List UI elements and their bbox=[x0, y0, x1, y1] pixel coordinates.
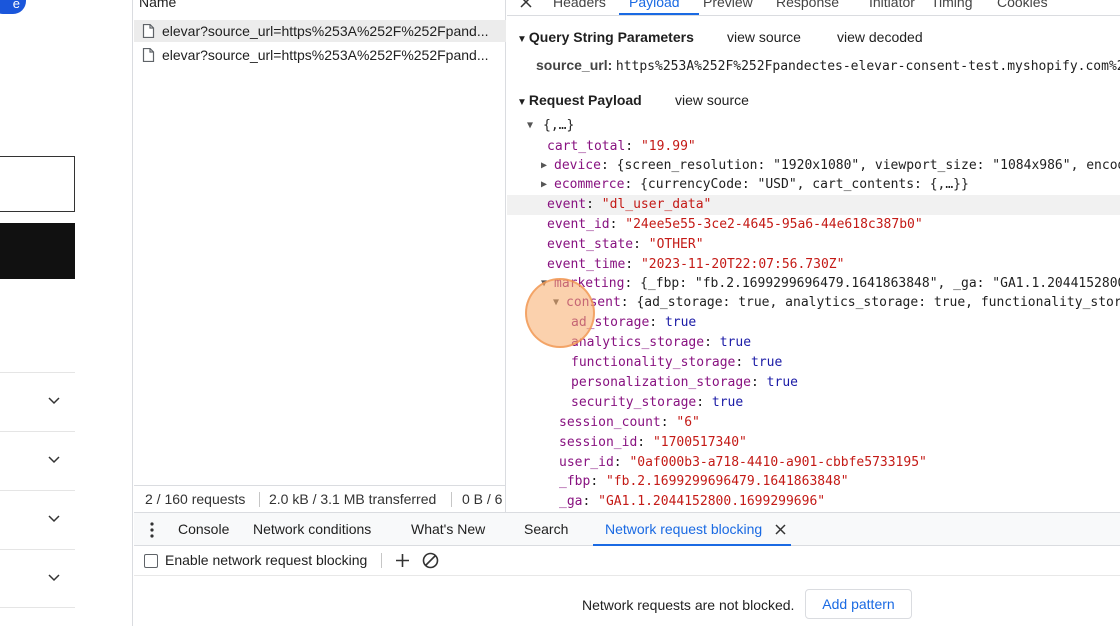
payload-row-device[interactable]: ▶ device: {screen_resolution: "1920x1080"… bbox=[541, 158, 1120, 173]
payload-row-event: event: "dl_user_data" bbox=[547, 197, 712, 212]
drawer-tab-search[interactable]: Search bbox=[524, 521, 568, 537]
payload-row-personalization-storage: personalization_storage: true bbox=[571, 375, 798, 390]
network-request-list: Name elevar?source_url=https%253A%252F%2… bbox=[134, 0, 506, 512]
payload-row-functionality-storage: functionality_storage: true bbox=[571, 355, 783, 370]
add-icon[interactable] bbox=[395, 553, 410, 568]
outline-input-box[interactable] bbox=[0, 156, 75, 212]
network-summary-bar: 2 / 160 requests 2.0 kB / 3.1 MB transfe… bbox=[134, 485, 506, 511]
payload-row-ad-storage: ad_storage: true bbox=[571, 315, 697, 330]
tab-initiator[interactable]: Initiator bbox=[869, 0, 915, 10]
close-icon[interactable] bbox=[520, 0, 532, 8]
accordion-row[interactable] bbox=[0, 549, 75, 608]
payload-row-event-time: event_time: "2023-11-20T22:07:56.730Z" bbox=[547, 257, 845, 272]
accordion-row[interactable] bbox=[0, 431, 75, 490]
tab-response[interactable]: Response bbox=[776, 0, 839, 10]
payload-row-session-count: session_count: "6" bbox=[559, 415, 700, 430]
query-string-section-header[interactable]: ▼ Query String Parameters bbox=[517, 29, 694, 45]
param-key: source_url: bbox=[536, 57, 613, 73]
enable-blocking-checkbox[interactable] bbox=[144, 554, 158, 568]
pill-button[interactable]: e bbox=[0, 0, 26, 14]
pill-button-label: e bbox=[12, 0, 20, 11]
payload-row-event-id: event_id: "24ee5e55-3ce2-4645-95a6-44e61… bbox=[547, 217, 923, 232]
chevron-down-icon bbox=[48, 397, 60, 405]
document-icon bbox=[142, 24, 155, 38]
tab-cookies[interactable]: Cookies bbox=[997, 0, 1048, 10]
payload-root[interactable]: ▼ {,…} bbox=[527, 118, 574, 133]
request-name: elevar?source_url=https%253A%252F%252Fpa… bbox=[162, 23, 489, 39]
tab-timing[interactable]: Timing bbox=[931, 0, 973, 10]
active-tab-indicator bbox=[619, 13, 699, 15]
accordion-row[interactable] bbox=[0, 372, 75, 431]
chevron-down-icon bbox=[48, 574, 60, 582]
name-column-header[interactable]: Name bbox=[139, 0, 176, 10]
more-vert-icon[interactable] bbox=[150, 522, 154, 538]
tab-headers[interactable]: Headers bbox=[553, 0, 606, 10]
tab-preview[interactable]: Preview bbox=[703, 0, 753, 10]
request-detail-panel: Headers Payload Preview Response Initiat… bbox=[507, 0, 1120, 512]
drawer-tab-network-conditions[interactable]: Network conditions bbox=[253, 521, 371, 537]
drawer-tab-network-request-blocking[interactable]: Network request blocking bbox=[605, 521, 762, 537]
view-source-link[interactable]: view source bbox=[727, 29, 801, 45]
payload-row-ecommerce[interactable]: ▶ ecommerce: {currencyCode: "USD", cart_c… bbox=[541, 177, 969, 192]
resources-size: 0 B / 6 bbox=[462, 491, 503, 507]
section-title: Query String Parameters bbox=[528, 29, 694, 45]
page-content-strip: e bbox=[0, 0, 133, 626]
blocking-toolbar: Enable network request blocking bbox=[134, 546, 1120, 576]
payload-row-consent[interactable]: ▼ consent: {ad_storage: true, analytics_s… bbox=[553, 295, 1120, 310]
payload-row-cart-total: cart_total: "19.99" bbox=[547, 139, 696, 154]
detail-tab-bar: Headers Payload Preview Response Initiat… bbox=[507, 0, 1120, 16]
payload-row-fbp: _fbp: "fb.2.1699299696479.1641863848" bbox=[559, 474, 849, 489]
divider bbox=[259, 492, 260, 507]
request-name: elevar?source_url=https%253A%252F%252Fpa… bbox=[162, 47, 489, 63]
request-count: 2 / 160 requests bbox=[145, 491, 246, 507]
payload-view-source-link[interactable]: view source bbox=[675, 92, 749, 108]
chevron-down-icon bbox=[48, 515, 60, 523]
request-row[interactable]: elevar?source_url=https%253A%252F%252Fpa… bbox=[134, 44, 506, 66]
add-pattern-button[interactable]: Add pattern bbox=[805, 589, 912, 619]
request-row[interactable]: elevar?source_url=https%253A%252F%252Fpa… bbox=[134, 20, 506, 42]
drawer-tab-bar: Console Network conditions What's New Se… bbox=[134, 513, 1120, 546]
transferred-size: 2.0 kB / 3.1 MB transferred bbox=[269, 491, 437, 507]
section-title: Request Payload bbox=[528, 92, 642, 108]
payload-row-session-id: session_id: "1700517340" bbox=[559, 435, 747, 450]
view-decoded-link[interactable]: view decoded bbox=[837, 29, 923, 45]
devtools-drawer: Console Network conditions What's New Se… bbox=[134, 512, 1120, 626]
chevron-down-icon bbox=[48, 456, 60, 464]
tab-payload[interactable]: Payload bbox=[629, 0, 680, 10]
drawer-tab-whats-new[interactable]: What's New bbox=[411, 521, 485, 537]
payload-row-event-state: event_state: "OTHER" bbox=[547, 237, 704, 252]
close-tab-icon[interactable] bbox=[775, 524, 786, 535]
payload-row-security-storage: security_storage: true bbox=[571, 395, 744, 410]
dark-button[interactable] bbox=[0, 223, 75, 279]
divider bbox=[381, 553, 382, 568]
clear-icon[interactable] bbox=[422, 552, 439, 569]
query-param-row: source_url: https%253A%252F%252Fpandecte… bbox=[536, 57, 1120, 74]
payload-row-marketing[interactable]: ▼ marketing: {_fbp: "fb.2.1699299696479.1… bbox=[541, 276, 1120, 291]
drawer-tab-console[interactable]: Console bbox=[178, 521, 229, 537]
document-icon bbox=[142, 48, 155, 62]
request-payload-section-header[interactable]: ▼ Request Payload bbox=[517, 92, 642, 108]
payload-row-user-id: user_id: "0af000b3-a718-4410-a901-cbbfe5… bbox=[559, 455, 927, 470]
payload-row-ga: _ga: "GA1.1.2044152800.1699299696" bbox=[559, 494, 826, 509]
accordion-row[interactable] bbox=[0, 490, 75, 549]
param-value: https%253A%252F%252Fpandectes-elevar-con… bbox=[615, 59, 1120, 74]
divider bbox=[451, 492, 452, 507]
blocking-status-message: Network requests are not blocked. bbox=[582, 597, 795, 613]
payload-row-analytics-storage: analytics_storage: true bbox=[571, 335, 752, 350]
enable-blocking-label[interactable]: Enable network request blocking bbox=[165, 552, 367, 568]
